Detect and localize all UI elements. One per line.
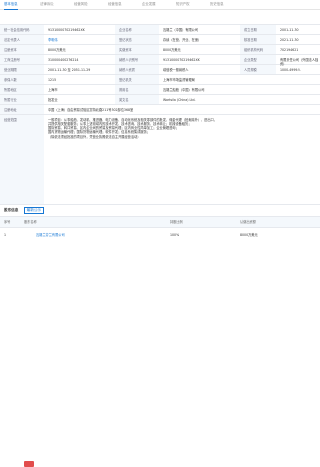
org-code-label: 组织机构代码 — [240, 45, 276, 54]
info-row: 所属行业 批发业 英文名 Wartsila (China) Ltd. — [0, 95, 320, 105]
shareholder-section-title: 股东信息 最新公示 — [4, 207, 45, 214]
shareholder-table-header: 序号 股东名称 持股比例 认缴出资额 — [0, 216, 320, 228]
reg-number-label: 工商注册号 — [0, 55, 44, 64]
tab-history[interactable]: 历史信息 — [210, 2, 224, 8]
approve-date-value: 2021-11-30 — [280, 38, 299, 42]
insured-value: 1215 — [48, 78, 57, 82]
taxpayer-value: 增值税一般纳税人 — [163, 68, 189, 72]
reg-capital-label: 注册资本 — [0, 45, 44, 54]
credit-code-label: 统一社会信用代码 — [0, 25, 44, 34]
english-name-label: 英文名 — [115, 95, 159, 104]
tab-bar: 基本信息 法律诉讼 经营风险 经营信息 企业发展 知识产权 历史信息 — [0, 0, 320, 10]
found-date-label: 成立日期 — [240, 25, 276, 34]
insured-label: 参保人数 — [0, 75, 44, 84]
row-index: 1 — [4, 233, 7, 237]
shareholder-amount: 8000万美元 — [240, 233, 258, 237]
company-type-label: 企业类型 — [240, 55, 276, 64]
industry-value: 批发业 — [48, 98, 58, 102]
staff-size-value: 1000-4999人 — [280, 68, 301, 72]
tab-operation[interactable]: 经营信息 — [108, 2, 122, 8]
authority-label: 登记机关 — [115, 75, 159, 84]
info-row: 统一社会信用代码 9131000070219462XK 企业名称 瓦锡兰（中国）… — [0, 25, 320, 35]
scope-label: 经营范围 — [0, 115, 44, 204]
info-row: 参保人数 1215 登记机关 上海市市场监督管理局 — [0, 75, 320, 85]
found-date-value: 2001-11-30 — [280, 28, 299, 32]
tax-id-label: 纳税人识别号 — [115, 55, 159, 64]
col-name: 股东名称 — [24, 220, 37, 224]
authority-value: 上海市市场监督管理局 — [163, 78, 195, 82]
tax-id-value: 9131000070219462XK — [163, 58, 200, 62]
info-row: 工商注册号 310000400276214 纳税人识别号 91310000702… — [0, 55, 320, 67]
info-row: 注册资本 8000万美元 实缴资本 8000万美元 组织机构代码 7021946… — [0, 45, 320, 55]
tab-basic-info[interactable]: 基本信息 — [4, 2, 18, 10]
reg-number-value: 310000400276214 — [48, 58, 79, 62]
term-label: 营业期限 — [0, 65, 44, 74]
taxpayer-label: 纳税人资质 — [115, 65, 159, 74]
status-label: 登记状态 — [115, 35, 159, 44]
staff-size-label: 人员规模 — [240, 65, 276, 74]
org-code-value: 702194621 — [280, 48, 299, 52]
company-name-label: 企业名称 — [115, 25, 159, 34]
paid-capital-label: 实缴资本 — [115, 45, 159, 54]
company-type-value: 有限责任公司（外国法人独资） — [280, 58, 319, 67]
tab-risk[interactable]: 经营风险 — [74, 2, 88, 8]
region-label: 所属地区 — [0, 85, 44, 94]
address-value: 中国（上海）自由贸易试验区富特北路211号302部位368室 — [48, 108, 134, 112]
status-value: 存续（在营、开业、在册） — [163, 38, 202, 42]
tab-development[interactable]: 企业发展 — [142, 2, 156, 8]
section-title: 股东信息 — [4, 208, 19, 212]
shareholder-name-link[interactable]: 瓦锡兰芬兰有限公司 — [36, 233, 65, 237]
legal-rep-link[interactable]: 李明伟 — [44, 35, 115, 44]
company-name-value: 瓦锡兰（中国）有限公司 — [163, 28, 199, 32]
info-row: 法定代表人 李明伟 登记状态 存续（在营、开业、在册） 核准日期 2021-11… — [0, 35, 320, 45]
term-value: 2001-11-30 至 2051-11-29 — [48, 68, 91, 72]
scope-row: 经营范围 一般项目：从事船舶、发动机、推进器、电力设备、自动化系统及相关零部件的… — [0, 115, 320, 205]
credit-code-value: 9131000070219462XK — [48, 28, 85, 32]
approve-date-label: 核准日期 — [240, 35, 276, 44]
industry-label: 所属行业 — [0, 95, 44, 104]
tab-ip[interactable]: 知识产权 — [176, 2, 190, 8]
scope-line: （除依法须经批准的项目外，凭营业执照依法自主开展经营活动） — [48, 134, 141, 139]
former-name-label: 曾用名 — [115, 85, 159, 94]
address-row: 注册地址 中国（上海）自由贸易试验区富特北路211号302部位368室 — [0, 105, 320, 115]
legal-rep-label: 法定代表人 — [0, 35, 44, 44]
tab-legal[interactable]: 法律诉讼 — [40, 2, 54, 8]
info-row: 营业期限 2001-11-30 至 2051-11-29 纳税人资质 增值税一般… — [0, 65, 320, 75]
scope-value: 一般项目：从事船舶、发动机、推进器、电力设备、自动化系统及相关零部件的批发、佣金… — [44, 115, 320, 204]
col-amount: 认缴出资额 — [240, 220, 256, 224]
business-info-table: 统一社会信用代码 9131000070219462XK 企业名称 瓦锡兰（中国）… — [0, 24, 320, 205]
paid-capital-value: 8000万美元 — [163, 48, 181, 52]
region-value: 上海市 — [48, 88, 58, 92]
english-name-value: Wartsila (China) Ltd. — [163, 98, 196, 102]
former-name-value: 瓦锡兰船舶（中国）有限公司 — [163, 88, 205, 92]
info-row: 所属地区 上海市 曾用名 瓦锡兰船舶（中国）有限公司 — [0, 85, 320, 95]
col-percent: 持股比例 — [170, 220, 183, 224]
address-label: 注册地址 — [0, 105, 44, 114]
table-row: 1 瓦锡兰芬兰有限公司 100% 8000万美元 — [0, 230, 320, 467]
reg-capital-value: 8000万美元 — [48, 48, 66, 52]
latest-badge[interactable]: 最新公示 — [23, 207, 45, 214]
col-index: 序号 — [4, 220, 11, 224]
company-logo — [24, 461, 34, 467]
shareholder-percent: 100% — [170, 233, 180, 237]
